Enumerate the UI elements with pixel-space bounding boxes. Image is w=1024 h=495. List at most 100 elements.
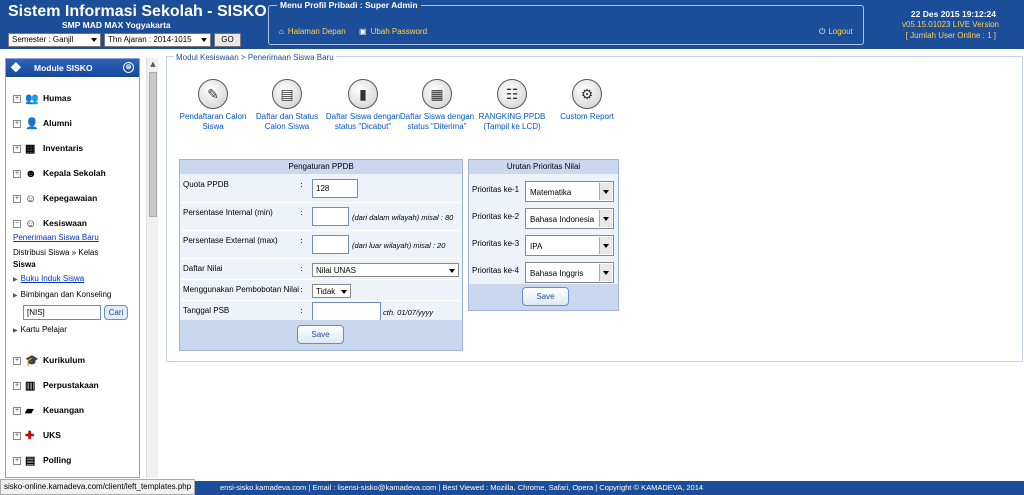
ppdb-save-button[interactable]: Save <box>297 325 344 344</box>
semester-select[interactable]: Semester : Ganjil <box>8 33 101 47</box>
sidebar-item-uks[interactable]: + ✚ UKS <box>13 426 61 444</box>
priority-label: Prioritas ke-3 <box>472 239 520 248</box>
sidebar-item-kesiswaan[interactable]: − ☺ Kesiswaan <box>13 214 87 232</box>
medical-cross-icon: ✚ <box>25 429 35 442</box>
staff-icon: ☺ <box>25 192 37 205</box>
distribusi-siswa-label[interactable]: Distribusi Siswa » Kelas <box>13 248 98 257</box>
priority-3-select[interactable]: IPA <box>525 235 614 256</box>
list-icon: ▤ <box>25 454 36 467</box>
folder-icon: ▤ <box>272 79 302 109</box>
change-password-link[interactable]: ▣ Ubah Password <box>359 27 427 36</box>
chevron-down-icon <box>91 38 97 42</box>
expand-icon: + <box>13 194 21 203</box>
sidebar-item-kepegawaian[interactable]: + ☺ Kepegawaian <box>13 189 97 207</box>
bimbingan-konseling-item[interactable]: ▶ Bimbingan dan Konseling <box>13 290 111 299</box>
books-icon: ▥ <box>25 379 36 392</box>
internal-percentage-input[interactable] <box>312 207 349 226</box>
colon: : <box>300 306 303 315</box>
mortarboard-icon: 🎓 <box>25 354 39 367</box>
colon: : <box>300 285 303 294</box>
expand-icon: + <box>13 169 21 178</box>
caret-right-icon: ▶ <box>13 277 18 283</box>
footer-text: ensi-sisko.kamadeva.com | Email : lisens… <box>220 483 704 492</box>
scroll-thumb[interactable] <box>149 72 157 217</box>
colon: : <box>300 264 303 273</box>
external-row: Persentase External (max) : (dari luar w… <box>181 232 461 259</box>
priority-2-select[interactable]: Bahasa Indonesia <box>525 208 614 229</box>
module-logo-icon: ❖ <box>10 60 22 75</box>
chevron-down-icon <box>599 264 612 281</box>
pembobotan-select[interactable]: Tidak <box>312 284 351 298</box>
kartu-pelajar-item[interactable]: ▶ Kartu Pelajar <box>13 325 67 334</box>
internal-row: Persentase Internal (min) : (dari dalam … <box>181 204 461 231</box>
sidebar-item-humas[interactable]: + 👥 Humas <box>13 89 71 107</box>
chevron-down-icon <box>599 183 612 200</box>
academic-year-select[interactable]: Thn Ajaran : 2014-1015 <box>104 33 211 47</box>
expand-icon: + <box>13 144 21 153</box>
collapse-icon[interactable]: ⊜ <box>123 62 134 73</box>
sidebar-item-alumni[interactable]: + 👤 Alumni <box>13 114 72 132</box>
sidebar-item-polling[interactable]: + ▤ Polling <box>13 451 71 469</box>
quota-input[interactable]: 128 <box>312 179 358 198</box>
collapse-icon: − <box>13 219 21 228</box>
priority-label: Prioritas ke-1 <box>472 185 520 194</box>
expand-icon: + <box>13 94 21 103</box>
quick-link-ranking[interactable]: ☷ RANGKING PPDB (Tampil ke LCD) <box>470 79 554 132</box>
sidebar-item-keuangan[interactable]: + ▰ Keuangan <box>13 401 84 419</box>
nis-input[interactable]: [NIS] <box>23 305 101 320</box>
caret-right-icon: ▶ <box>13 293 18 299</box>
external-note: (dari luar wilayah) misal : 20 <box>352 241 446 250</box>
cabinet-icon: ▦ <box>422 79 452 109</box>
priority-1-select[interactable]: Matematika <box>525 181 614 202</box>
quick-link-diterima[interactable]: ▦ Daftar Siswa dengan status "Diterima" <box>395 79 479 132</box>
power-icon: ⏻ <box>819 27 826 36</box>
home-link[interactable]: ⌂ Halaman Depan <box>279 27 346 36</box>
daftar-nilai-label: Daftar Nilai <box>183 264 223 273</box>
priority-save-bar: Save <box>469 284 618 310</box>
sidebar-item-kepala-sekolah[interactable]: + ☻ Kepala Sekolah <box>13 164 106 182</box>
priority-save-button[interactable]: Save <box>522 287 569 306</box>
expand-icon: + <box>13 119 21 128</box>
home-icon: ⌂ <box>279 27 284 36</box>
scroll-up-icon[interactable]: ▲ <box>147 58 159 70</box>
main-content: Modul Kesiswaan > Penerimaan Siswa Baru … <box>166 53 1023 362</box>
priority-row-1: Prioritas ke-1 Matematika <box>470 179 617 206</box>
quick-link-dicabut[interactable]: ▮ Daftar Siswa dengan status "Dicabut" <box>321 79 405 132</box>
chevron-down-icon <box>599 237 612 254</box>
ranking-icon: ☷ <box>497 79 527 109</box>
report-icon: ⚙ <box>572 79 602 109</box>
tanggal-psb-input[interactable] <box>312 302 381 321</box>
quick-link-custom-report[interactable]: ⚙ Custom Report <box>545 79 629 122</box>
external-percentage-input[interactable] <box>312 235 349 254</box>
chevron-down-icon <box>449 269 455 273</box>
colon: : <box>300 236 303 245</box>
quick-link-daftar-status[interactable]: ▤ Daftar dan Status Calon Siswa <box>245 79 329 132</box>
buku-induk-link[interactable]: ▶ Buku Induk Siswa <box>13 274 84 283</box>
priority-4-select[interactable]: Bahasa Inggris <box>525 262 614 283</box>
priority-row-4: Prioritas ke-4 Bahasa Inggris <box>470 260 617 287</box>
quick-link-pendaftaran[interactable]: ✎ Pendaftaran Calon Siswa <box>171 79 255 132</box>
priority-title: Urutan Prioritas Nilai <box>469 160 618 174</box>
search-button[interactable]: Cari <box>104 305 128 320</box>
sidebar: ❖ Module SISKO ⊜ + 👥 Humas + 👤 Alumni + ▦ Inve… <box>5 58 140 478</box>
sidebar-item-perpustakaan[interactable]: + ▥ Perpustakaan <box>13 376 99 394</box>
logout-link[interactable]: ⏻ Logout <box>819 27 853 37</box>
student-icon: ☺ <box>25 217 37 230</box>
penerimaan-siswa-baru-link[interactable]: Penerimaan Siswa Baru <box>13 233 99 242</box>
lock-icon: ▣ <box>359 27 367 36</box>
external-label: Persentase External (max) <box>183 236 278 245</box>
go-button[interactable]: GO <box>214 33 241 47</box>
sidebar-item-kurikulum[interactable]: + 🎓 Kurikulum <box>13 351 85 369</box>
tanggal-note: cth. 01/07/yyyy <box>383 308 434 317</box>
profile-menu-legend: Menu Profil Pribadi : Super Admin <box>277 0 421 10</box>
version-label: v05.15.01023 LIVE Version <box>902 20 999 29</box>
sidebar-item-inventaris[interactable]: + ▦ Inventaris <box>13 139 83 157</box>
quota-label: Quota PPDB <box>183 180 229 189</box>
school-name: SMP MAD MAX Yogyakarta <box>62 20 171 30</box>
sidebar-scrollbar[interactable]: ▲ <box>146 58 158 478</box>
status-url-tooltip: sisko-online.kamadeva.com/client/left_te… <box>0 479 196 495</box>
daftar-nilai-select[interactable]: Nilai UNAS <box>312 263 459 277</box>
chevron-down-icon <box>599 210 612 227</box>
breadcrumb[interactable]: Modul Kesiswaan > Penerimaan Siswa Baru <box>174 53 336 62</box>
sidebar-header: ❖ Module SISKO ⊜ <box>6 59 139 77</box>
